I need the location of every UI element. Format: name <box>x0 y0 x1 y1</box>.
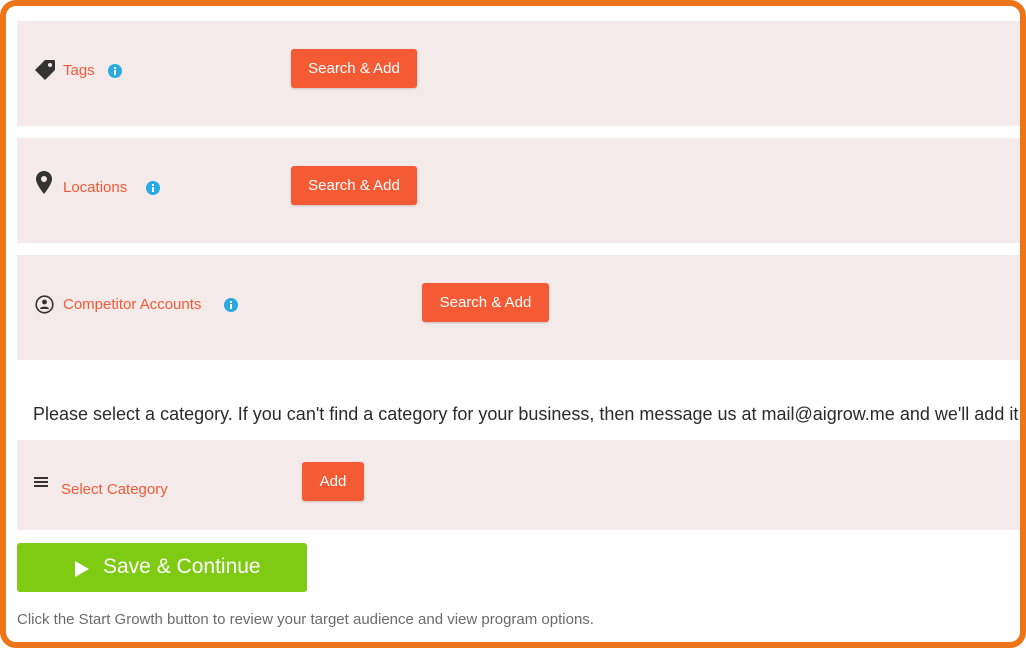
category-add-button[interactable]: Add <box>302 462 364 501</box>
category-section: Select Category Add <box>17 440 1020 530</box>
info-icon[interactable] <box>108 64 122 78</box>
save-continue-button[interactable]: Save & Continue <box>17 543 307 592</box>
locations-section: Locations Search & Add <box>17 138 1020 243</box>
app-frame: Tags Search & Add Locations Search & Add <box>0 0 1026 648</box>
content-area: Tags Search & Add Locations Search & Add <box>6 6 1020 642</box>
list-icon <box>34 477 48 487</box>
play-icon <box>75 561 89 577</box>
info-icon[interactable] <box>224 298 238 312</box>
user-circle-icon <box>35 295 54 314</box>
category-message: Please select a category. If you can't f… <box>33 404 1026 424</box>
map-pin-icon <box>36 171 52 194</box>
save-continue-label: Save & Continue <box>103 555 261 578</box>
competitor-accounts-section: Competitor Accounts Search & Add <box>17 255 1020 360</box>
competitor-search-add-button[interactable]: Search & Add <box>422 283 549 322</box>
footer-note: Click the Start Growth button to review … <box>17 611 594 628</box>
competitor-accounts-label: Competitor Accounts <box>63 296 202 313</box>
tags-search-add-button[interactable]: Search & Add <box>291 49 417 88</box>
tags-section: Tags Search & Add <box>17 21 1020 126</box>
info-icon[interactable] <box>146 181 160 195</box>
tags-label: Tags <box>63 62 95 79</box>
tag-icon <box>35 60 55 80</box>
locations-label: Locations <box>63 179 128 196</box>
locations-search-add-button[interactable]: Search & Add <box>291 166 417 205</box>
select-category-label[interactable]: Select Category <box>61 481 168 498</box>
